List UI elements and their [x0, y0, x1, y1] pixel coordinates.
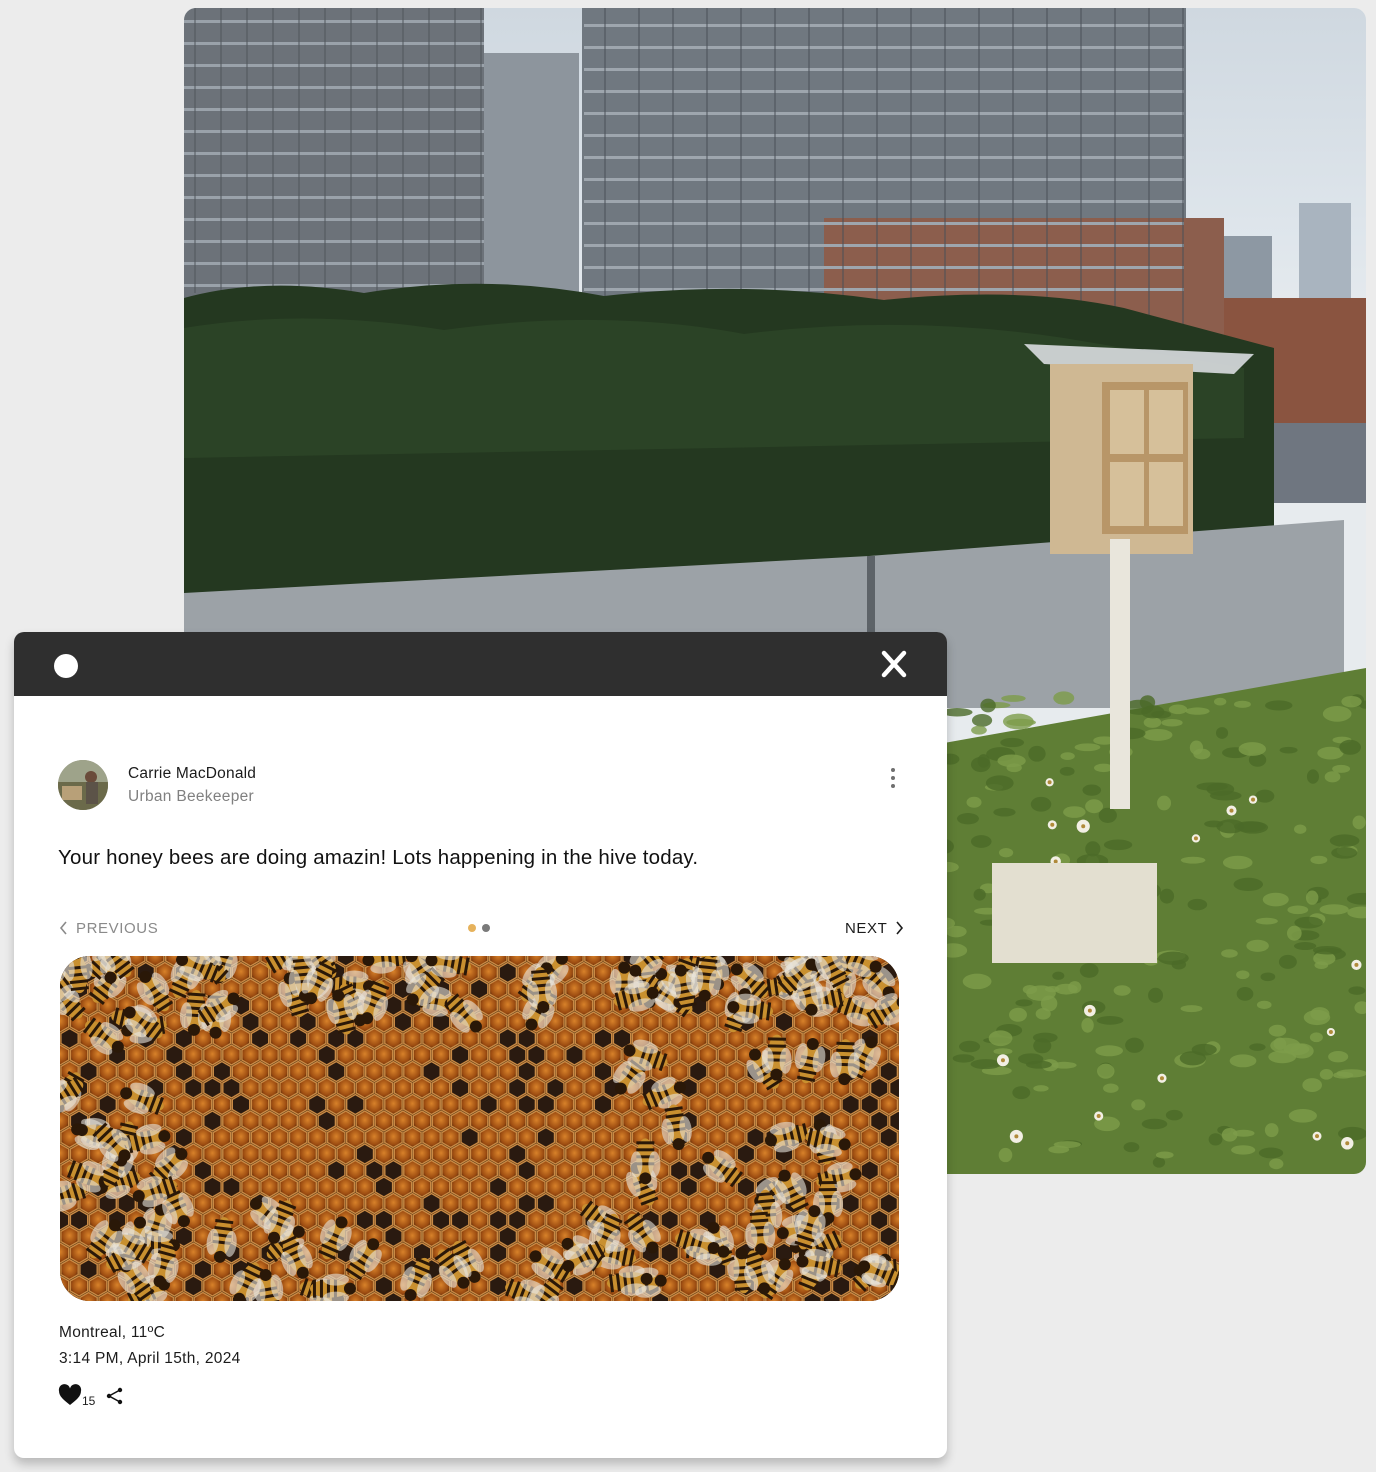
author-name[interactable]: Carrie MacDonald	[128, 765, 256, 783]
avatar-image	[58, 760, 108, 810]
chevron-right-icon	[896, 921, 904, 935]
pager-dot-2[interactable]	[482, 924, 490, 932]
previous-button[interactable]: PREVIOUS	[58, 918, 158, 938]
like-count: 15	[82, 1394, 96, 1408]
next-button[interactable]: NEXT	[845, 918, 905, 938]
post-text: Your honey bees are doing amazin! Lots h…	[58, 846, 699, 869]
chevron-left-icon	[59, 921, 67, 935]
circle-icon[interactable]	[54, 654, 78, 678]
avatar[interactable]	[58, 760, 108, 810]
share-button[interactable]	[105, 1386, 125, 1406]
like-button[interactable]	[58, 1384, 84, 1408]
pager-dot-1[interactable]	[468, 924, 476, 932]
post-location: Montreal, 11ºC	[59, 1324, 166, 1341]
card-titlebar	[14, 632, 947, 696]
post-timestamp: 3:14 PM, April 15th, 2024	[59, 1350, 241, 1367]
next-label: NEXT	[845, 919, 888, 937]
close-x-icon	[881, 650, 907, 678]
post-card: Carrie MacDonald Urban Beekeeper Your ho…	[14, 632, 947, 1458]
close-button[interactable]	[876, 648, 912, 680]
share-icon	[106, 1387, 123, 1405]
more-vertical-icon	[891, 768, 895, 772]
previous-label: PREVIOUS	[76, 919, 159, 937]
post-image-honeycomb[interactable]	[60, 956, 899, 1301]
pager-dots	[468, 924, 490, 932]
heart-icon	[58, 1384, 82, 1405]
honeycomb-photo	[60, 956, 899, 1301]
author-role: Urban Beekeeper	[128, 788, 254, 805]
more-options-button[interactable]	[886, 766, 900, 790]
